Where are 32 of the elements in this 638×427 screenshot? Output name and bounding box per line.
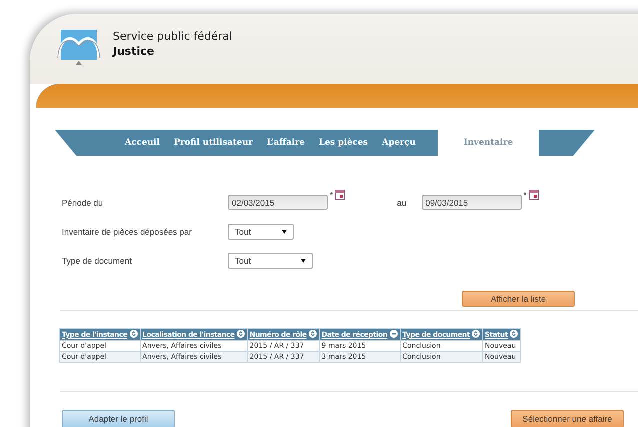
show-list-button[interactable]: Afficher la liste — [462, 291, 575, 307]
field-label: Période du — [62, 198, 104, 208]
select-case-button[interactable]: Sélectionner une affaire — [511, 410, 624, 427]
sort-icon[interactable] — [308, 330, 317, 338]
sort-icon[interactable] — [236, 330, 245, 338]
date-field[interactable]: 02/03/2015 — [228, 195, 328, 210]
field-label: Type de document — [62, 256, 133, 266]
nav-tab[interactable]: Aperçu — [382, 138, 416, 148]
field-label: au — [397, 198, 407, 208]
nav-tab[interactable]: Acceuil — [125, 138, 160, 148]
calendar-icon[interactable] — [335, 190, 346, 200]
adapt-profile-button[interactable]: Adapter le profil — [62, 410, 175, 427]
sorted-icon[interactable] — [390, 330, 398, 338]
sort-icon[interactable] — [472, 330, 480, 338]
sort-icon[interactable] — [130, 330, 138, 338]
sort-icon[interactable] — [510, 330, 518, 338]
calendar-icon[interactable] — [528, 190, 539, 200]
date-field[interactable]: 09/03/2015 — [422, 195, 522, 210]
nav-tab[interactable]: L’affaire — [267, 138, 306, 148]
field-label: Inventaire de pièces déposées par — [62, 226, 193, 236]
required-mark: * — [524, 191, 527, 200]
agency-name: Service public fédéral — [113, 30, 232, 43]
nav-tab[interactable]: Les pièces — [319, 138, 368, 148]
select-dropdown[interactable]: Tout — [228, 224, 294, 240]
nav-tab[interactable]: Profil utilisateur — [174, 138, 253, 148]
department-name: Justice — [113, 45, 156, 58]
caret-icon — [282, 230, 287, 234]
nav-tab[interactable]: Inventaire — [438, 130, 540, 156]
caret-icon — [301, 258, 306, 262]
required-mark: * — [330, 191, 334, 200]
select-dropdown[interactable]: Tout — [228, 252, 313, 268]
logo-icon — [57, 28, 101, 66]
